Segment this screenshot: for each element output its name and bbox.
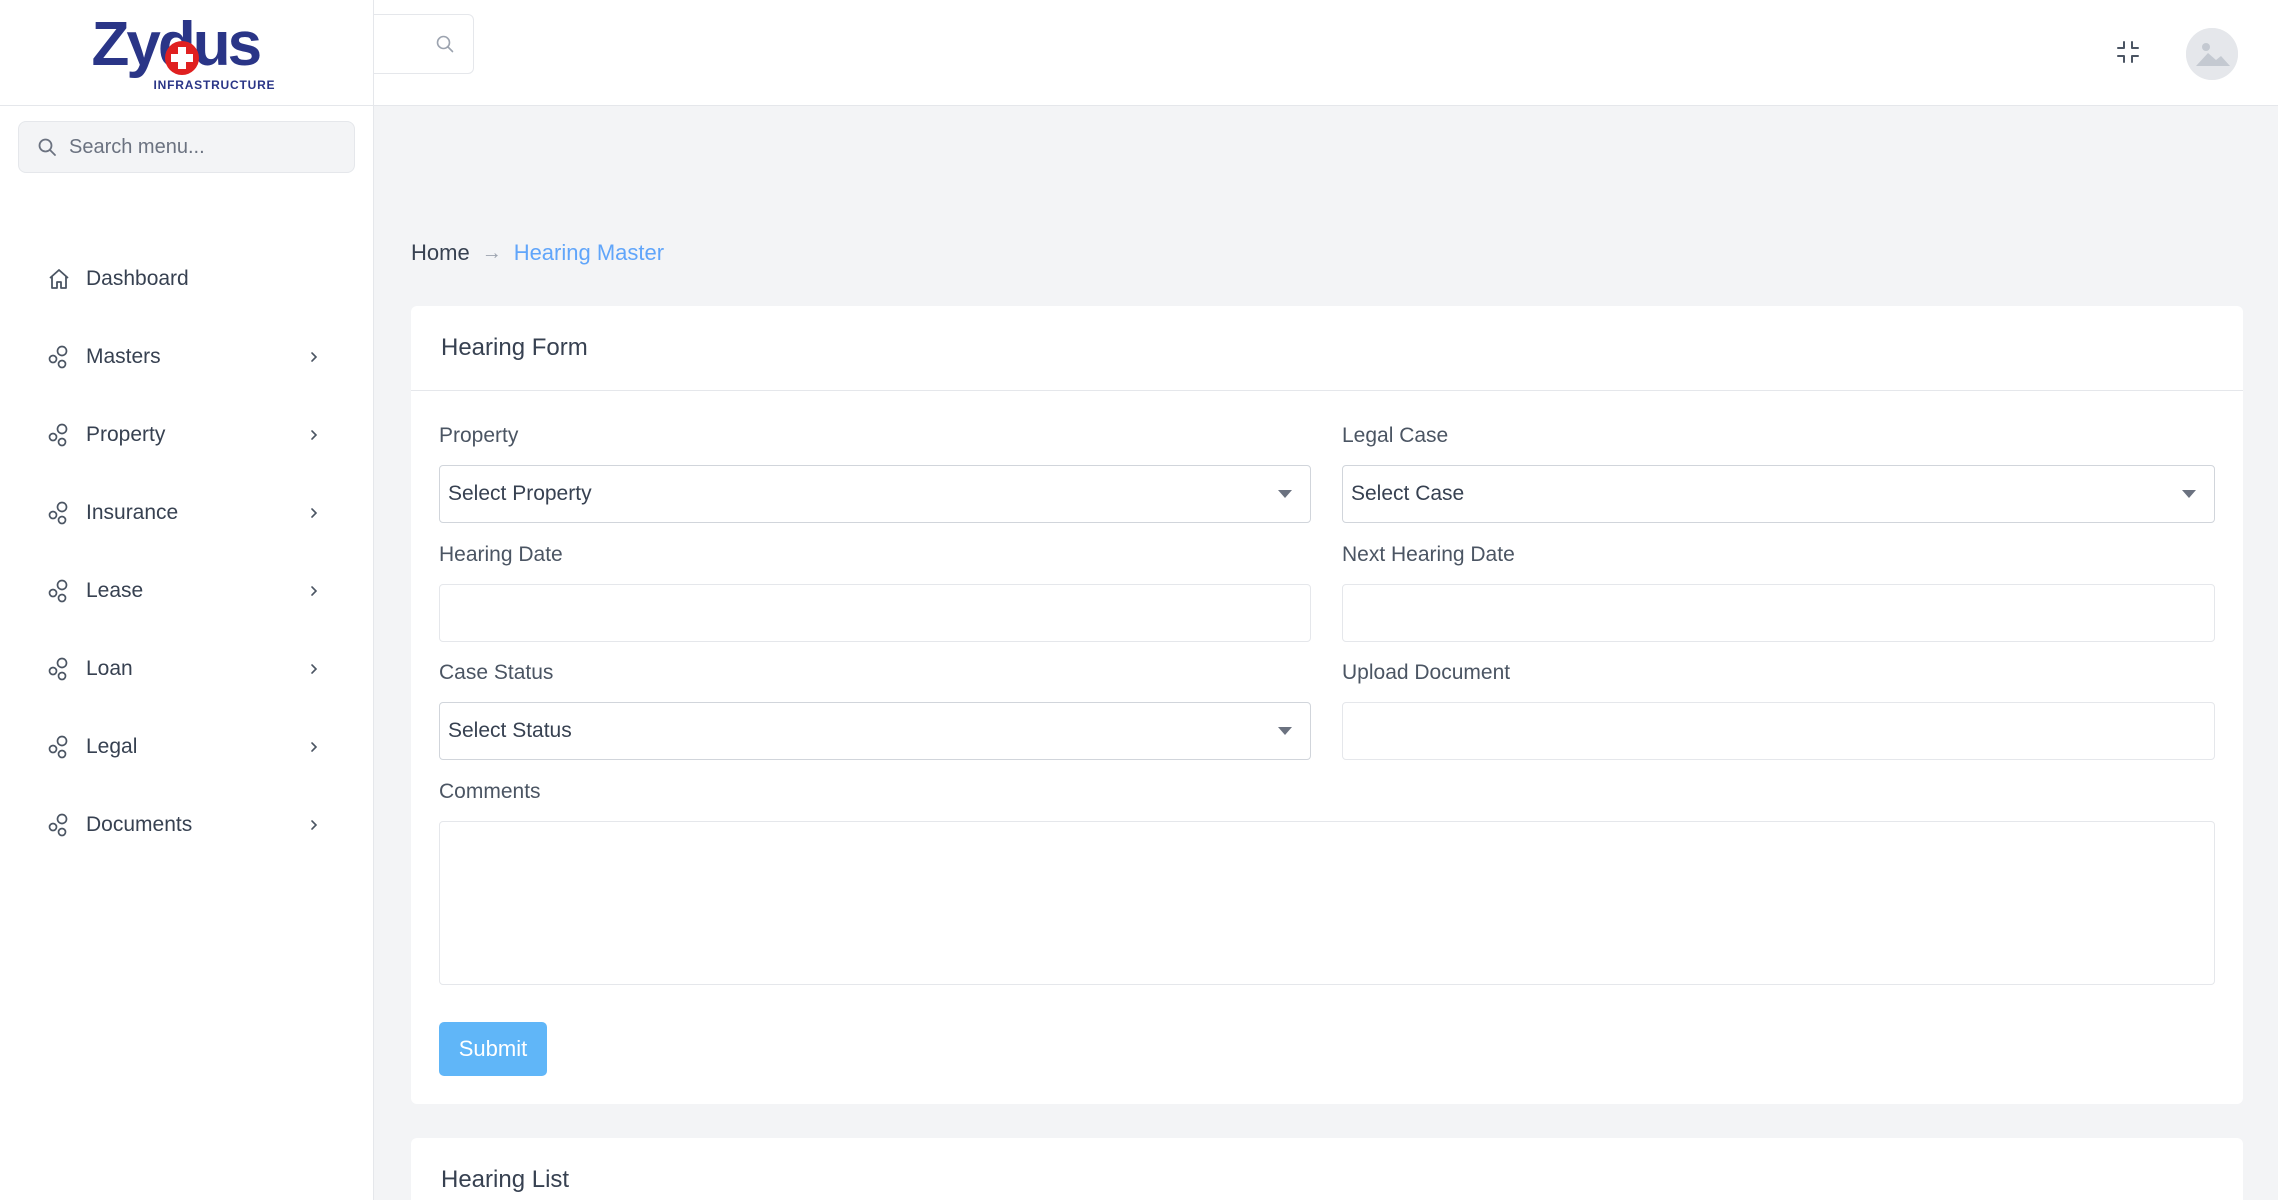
- next-hearing-date-label: Next Hearing Date: [1342, 543, 1515, 566]
- chevron-right-icon: [311, 430, 318, 440]
- sidebar-item-label: Property: [86, 423, 166, 446]
- caret-down-icon: [1278, 727, 1292, 735]
- sidebar-item-label: Dashboard: [86, 267, 189, 290]
- avatar[interactable]: [2186, 28, 2238, 80]
- image-placeholder-icon: [2186, 28, 2238, 80]
- sidebar-nav: Dashboard Masters Property Insurance Lea…: [0, 240, 373, 864]
- minimize-icon[interactable]: [2114, 38, 2142, 66]
- sidebar-item-label: Lease: [86, 579, 144, 602]
- nodes-icon: [46, 578, 72, 604]
- sidebar-item-dashboard[interactable]: Dashboard: [0, 240, 373, 318]
- legal-case-label: Legal Case: [1342, 424, 1449, 447]
- caret-down-icon: [1278, 490, 1292, 498]
- chevron-right-icon: [311, 586, 318, 596]
- caret-down-icon: [2182, 490, 2196, 498]
- chevron-right-icon: [311, 820, 318, 830]
- chevron-right-icon: [311, 508, 318, 518]
- property-label: Property: [439, 424, 519, 447]
- nodes-icon: [46, 422, 72, 448]
- legal-case-select[interactable]: Select Case: [1342, 465, 2215, 523]
- breadcrumb: Home → Hearing Master: [411, 240, 664, 266]
- submit-button[interactable]: Submit: [439, 1022, 547, 1076]
- sidebar: Zydus INFRASTRUCTURE Dashboard Masters: [0, 0, 374, 1200]
- sidebar-item-loan[interactable]: Loan: [0, 630, 373, 708]
- comments-textarea[interactable]: [439, 821, 2215, 985]
- brand-tagline: INFRASTRUCTURE: [153, 77, 276, 92]
- upload-document-input[interactable]: [1342, 702, 2215, 760]
- nodes-icon: [46, 734, 72, 760]
- property-select[interactable]: Select Property: [439, 465, 1311, 523]
- hearing-date-label: Hearing Date: [439, 543, 563, 566]
- legal-case-select-value: Select Case: [1351, 482, 1465, 505]
- sidebar-item-insurance[interactable]: Insurance: [0, 474, 373, 552]
- sidebar-item-documents[interactable]: Documents: [0, 786, 373, 864]
- breadcrumb-separator: →: [481, 241, 502, 264]
- property-select-value: Select Property: [448, 482, 592, 505]
- hearing-list-card: Hearing List: [411, 1138, 2243, 1200]
- nodes-icon: [46, 500, 72, 526]
- breadcrumb-current: Hearing Master: [513, 240, 665, 265]
- case-status-label: Case Status: [439, 661, 554, 684]
- menu-search[interactable]: [18, 121, 355, 173]
- sidebar-item-legal[interactable]: Legal: [0, 708, 373, 786]
- menu-search-input[interactable]: [69, 135, 329, 159]
- nodes-icon: [46, 812, 72, 838]
- breadcrumb-home-link[interactable]: Home: [411, 240, 470, 266]
- sidebar-item-label: Insurance: [86, 501, 179, 524]
- case-status-select[interactable]: Select Status: [439, 702, 1311, 760]
- sidebar-item-label: Loan: [86, 657, 133, 680]
- topbar: [374, 0, 2278, 106]
- sidebar-item-property[interactable]: Property: [0, 396, 373, 474]
- search-icon: [38, 138, 56, 156]
- logo-area: Zydus INFRASTRUCTURE: [0, 0, 373, 106]
- sidebar-item-lease[interactable]: Lease: [0, 552, 373, 630]
- nodes-icon: [46, 656, 72, 682]
- comments-label: Comments: [439, 780, 541, 803]
- brand-logo[interactable]: Zydus INFRASTRUCTURE: [92, 13, 275, 92]
- hearing-form-card: Hearing Form Property Select Property Le…: [411, 306, 2243, 1104]
- nodes-icon: [46, 344, 72, 370]
- hearing-date-input[interactable]: [439, 584, 1311, 642]
- sidebar-item-label: Documents: [86, 813, 193, 836]
- top-search-button[interactable]: [374, 14, 474, 74]
- medical-cross-icon: [164, 40, 199, 75]
- home-icon: [46, 266, 72, 292]
- card-title: Hearing List: [441, 1166, 570, 1193]
- next-hearing-date-input[interactable]: [1342, 584, 2215, 642]
- chevron-right-icon: [311, 352, 318, 362]
- chevron-right-icon: [311, 742, 318, 752]
- chevron-right-icon: [311, 664, 318, 674]
- sidebar-item-masters[interactable]: Masters: [0, 318, 373, 396]
- search-icon: [436, 35, 454, 53]
- case-status-select-value: Select Status: [448, 719, 572, 742]
- upload-document-label: Upload Document: [1342, 661, 1511, 684]
- sidebar-item-label: Legal: [86, 735, 138, 758]
- sidebar-item-label: Masters: [86, 345, 161, 368]
- card-title: Hearing Form: [411, 306, 2243, 391]
